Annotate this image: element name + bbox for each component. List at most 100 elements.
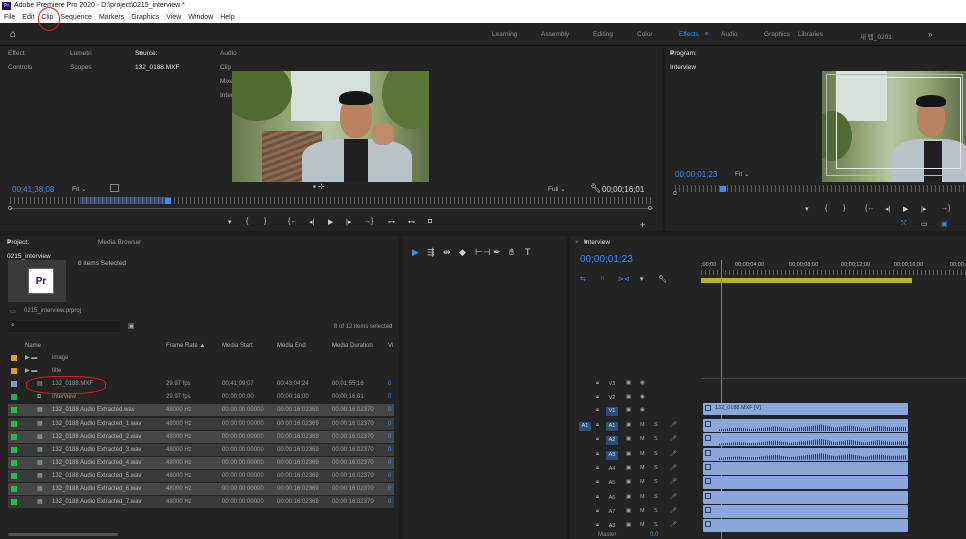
microphone-icon[interactable]: 🎤︎: [670, 451, 677, 457]
microphone-icon[interactable]: 🎤︎: [670, 494, 677, 500]
program-mark-in-icon[interactable]: {: [825, 205, 827, 212]
lock-icon[interactable]: 🔒︎: [596, 465, 599, 472]
track-target-label[interactable]: V3: [606, 380, 618, 389]
timeline-marker-icon[interactable]: ▾: [640, 275, 644, 283]
solo-button[interactable]: S: [654, 451, 658, 457]
track-header-a3[interactable]: 🔒︎ A3 ▣ M S 🎤︎: [575, 448, 701, 461]
microphone-icon[interactable]: 🎤︎: [670, 465, 677, 471]
mark-in-icon[interactable]: {: [246, 218, 248, 225]
workspace-tab-5[interactable]: Audio: [721, 31, 738, 38]
track-target-label[interactable]: V1: [606, 407, 618, 416]
audio-clip-a6[interactable]: [703, 490, 908, 504]
mute-button[interactable]: M: [640, 451, 645, 457]
program-timecode[interactable]: 00;00;01;23: [675, 170, 717, 179]
project-row[interactable]: ▦ 132_0188 Audio Extracted_5.wav 48000 Hz 0…: [8, 469, 394, 482]
mute-button[interactable]: M: [640, 479, 645, 485]
sync-lock-icon[interactable]: ▣: [626, 394, 631, 400]
mute-button[interactable]: M: [640, 465, 645, 471]
mute-button[interactable]: M: [640, 522, 645, 528]
col-name[interactable]: Name: [25, 340, 41, 352]
source-resolution-select[interactable]: Full ⌄: [548, 185, 566, 193]
lock-icon[interactable]: 🔒︎: [596, 479, 599, 486]
audio-clip-a1[interactable]: [703, 419, 908, 432]
camera-icon[interactable]: ◘: [428, 218, 432, 225]
track-header-a8[interactable]: 🔒︎ A8 ▣ M S 🎤︎: [575, 519, 701, 532]
program-playhead[interactable]: [720, 186, 726, 192]
track-target-label[interactable]: A5: [606, 479, 618, 488]
label-color-swatch[interactable]: [11, 355, 17, 361]
marker-icon[interactable]: ▪ ⊹: [313, 182, 325, 191]
workspace-tab-7[interactable]: Libraries: [798, 31, 823, 38]
audio-clip-a7[interactable]: [703, 504, 908, 518]
project-row[interactable]: ▦ 132_0188 Audio Extracted_3.wav 48000 Hz 0…: [8, 443, 394, 456]
new-bin-from-search-icon[interactable]: ▣: [128, 322, 135, 330]
mute-button[interactable]: M: [640, 422, 645, 428]
microphone-icon[interactable]: 🎤︎: [670, 522, 677, 528]
label-color-swatch[interactable]: [11, 394, 17, 401]
menu-sequence[interactable]: Sequence: [60, 12, 92, 23]
track-header-a1[interactable]: A1 🔒︎ A1 ▣ M S 🎤︎: [575, 419, 701, 432]
type-tool-icon[interactable]: T: [525, 247, 531, 257]
lock-icon[interactable]: 🔒︎: [596, 508, 599, 515]
menu-window[interactable]: Window: [188, 12, 213, 23]
menu-file[interactable]: File: [4, 12, 15, 23]
menu-graphics[interactable]: Graphics: [131, 12, 159, 23]
project-row[interactable]: ▦ 132_0188 Audio Extracted_4.wav 48000 Hz 0…: [8, 456, 394, 469]
chevron-double-right-icon[interactable]: »: [928, 30, 932, 39]
sync-lock-icon[interactable]: ▣: [626, 508, 631, 514]
program-zoom-handle[interactable]: o: [673, 190, 677, 197]
eye-icon[interactable]: ◉: [640, 407, 645, 413]
track-header-a5[interactable]: 🔒︎ A5 ▣ M S 🎤︎: [575, 476, 701, 489]
label-color-swatch[interactable]: [11, 499, 17, 506]
work-area-bar[interactable]: [701, 278, 912, 283]
workspace-tab-8[interactable]: 새 탭_0201: [860, 31, 892, 41]
track-target-label[interactable]: A2: [606, 436, 618, 446]
track-target-label[interactable]: A4: [606, 465, 618, 474]
source-patch-a1[interactable]: A1: [579, 422, 591, 431]
sync-lock-icon[interactable]: ▣: [626, 422, 631, 428]
pen-tool-icon[interactable]: ✒︎: [493, 247, 501, 258]
label-color-swatch[interactable]: [11, 407, 17, 414]
track-header-a4[interactable]: 🔒︎ A4 ▣ M S 🎤︎: [575, 462, 701, 475]
workspace-tab-2[interactable]: Editing: [593, 31, 613, 38]
microphone-icon[interactable]: 🎤︎: [670, 422, 677, 428]
source-zoom-select[interactable]: Fit ⌄: [72, 185, 87, 193]
label-color-swatch[interactable]: [11, 446, 17, 453]
audio-clip-a4[interactable]: [703, 461, 908, 475]
program-step-forward-icon[interactable]: |▸: [921, 205, 926, 213]
col-media-start[interactable]: Media Start: [222, 340, 253, 352]
nest-icon[interactable]: ⇆: [580, 275, 586, 283]
ripple-edit-tool-icon[interactable]: ⇹: [443, 247, 451, 258]
program-go-to-out-icon[interactable]: →}: [941, 205, 950, 212]
menu-markers[interactable]: Markers: [99, 12, 124, 23]
sync-lock-icon[interactable]: ▣: [626, 436, 631, 442]
solo-button[interactable]: S: [654, 494, 658, 500]
snap-icon[interactable]: ∩: [600, 275, 605, 282]
audio-clip-a3[interactable]: [703, 447, 908, 461]
project-scrollbar[interactable]: [8, 533, 118, 536]
track-target-label[interactable]: A6: [606, 494, 618, 503]
project-row[interactable]: ▦ 132_0188 Audio Extracted_7.wav 48000 Hz 0…: [8, 496, 394, 509]
program-zoom-select[interactable]: Fit ⌄: [735, 170, 750, 178]
audio-clip-a8[interactable]: [703, 519, 908, 533]
project-search-input[interactable]: ⌕: [8, 321, 120, 332]
col-video-info[interactable]: Vi: [388, 340, 393, 352]
tab-media-browser[interactable]: Media Browser: [98, 236, 141, 250]
master-value[interactable]: 0.0: [650, 532, 658, 538]
label-color-swatch[interactable]: [11, 433, 17, 440]
close-tab-icon[interactable]: ×: [575, 236, 579, 250]
solo-button[interactable]: S: [654, 479, 658, 485]
zoom-handle-left[interactable]: o: [8, 205, 12, 212]
step-forward-icon[interactable]: |▸: [346, 218, 351, 226]
workspace-tab-0[interactable]: Learning: [492, 31, 517, 38]
overwrite-icon[interactable]: ⊷: [408, 218, 415, 226]
mark-out-icon[interactable]: }: [264, 218, 266, 225]
menu-edit[interactable]: Edit: [22, 12, 34, 23]
col-media-duration[interactable]: Media Duration: [332, 340, 373, 352]
microphone-icon[interactable]: 🎤︎: [670, 508, 677, 514]
linked-selection-icon[interactable]: ⊳⊲: [618, 275, 630, 283]
program-mark-out-icon[interactable]: }: [843, 205, 845, 212]
go-to-out-icon[interactable]: →}: [364, 218, 373, 225]
program-add-marker-icon[interactable]: ▾: [805, 205, 809, 213]
microphone-icon[interactable]: 🎤︎: [670, 436, 677, 442]
